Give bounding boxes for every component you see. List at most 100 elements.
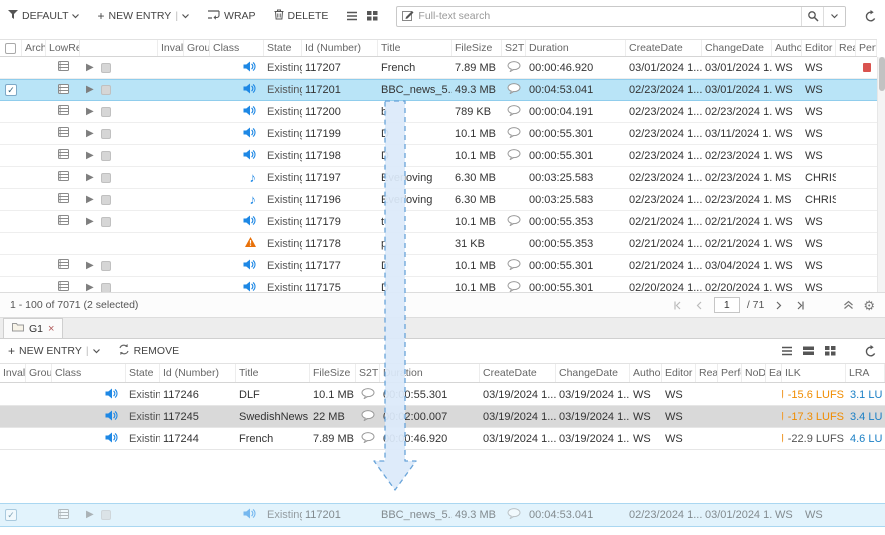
- col-class-header[interactable]: Class: [210, 40, 264, 56]
- col-read-header[interactable]: Read: [836, 40, 856, 56]
- col-createdate-header[interactable]: CreateDate: [480, 364, 556, 382]
- col-grou-header[interactable]: Grou: [26, 364, 52, 382]
- table-row[interactable]: ✓ ▶ ♪ Existing 117200 b 789 KB 00:00:04.…: [0, 101, 877, 123]
- col-editor-header[interactable]: Editor: [662, 364, 696, 382]
- table-row[interactable]: ✓ ▶ ♪ Existing 117207 French 7.89 MB 00:…: [0, 57, 877, 79]
- table-row[interactable]: ✓ ▶ ♪ Existing 117175 D 10.1 MB 00:00:55…: [0, 277, 877, 292]
- play-icon[interactable]: ▶: [86, 195, 94, 205]
- row-checkbox[interactable]: ✓: [5, 84, 17, 96]
- table-row[interactable]: Existing 117244 French 7.89 MB 00:00:46.…: [0, 428, 885, 450]
- col-duration-header[interactable]: Duration: [526, 40, 626, 56]
- col-perfe-header[interactable]: Perfe: [856, 40, 877, 56]
- vertical-scrollbar[interactable]: [877, 57, 885, 292]
- col-read-header[interactable]: Read: [696, 364, 718, 382]
- col-duration-header[interactable]: Duration: [380, 364, 480, 382]
- media-placeholder-button[interactable]: [101, 261, 111, 271]
- media-placeholder-button[interactable]: [101, 217, 111, 227]
- col-grou-header[interactable]: Grou: [184, 40, 210, 56]
- scrollbar-thumb[interactable]: [879, 57, 885, 91]
- table-row[interactable]: Existing 117246 DLF 10.1 MB 00:00:55.301…: [0, 384, 885, 406]
- play-icon[interactable]: ▶: [86, 85, 94, 95]
- col-ears-header[interactable]: Ears: [766, 364, 782, 382]
- col-title-header[interactable]: Title: [378, 40, 452, 56]
- media-placeholder-button[interactable]: [101, 195, 111, 205]
- media-placeholder-button[interactable]: [101, 107, 111, 117]
- col-editor-header[interactable]: Editor: [802, 40, 836, 56]
- play-icon[interactable]: ▶: [86, 173, 94, 183]
- list-view-icon[interactable]: [346, 11, 358, 21]
- media-placeholder-button[interactable]: [101, 85, 111, 95]
- table-row[interactable]: ✓ ▶ ♪ Existing 117201 BBC_news_5... 49.3…: [0, 79, 877, 101]
- search-icon[interactable]: [801, 6, 823, 27]
- play-icon[interactable]: ▶: [86, 217, 94, 227]
- table-row[interactable]: ✓ ▶ ♪ Existing 117198 D 10.1 MB 00:00:55…: [0, 145, 877, 167]
- prev-page-icon[interactable]: [692, 297, 707, 313]
- grid-view-icon[interactable]: [367, 11, 378, 21]
- col-id-header[interactable]: Id (Number): [302, 40, 378, 56]
- refresh-icon[interactable]: [864, 345, 877, 358]
- table-row[interactable]: ✓ ▶ ♪ Existing 117178 p 31 KB 00:00:55.3…: [0, 233, 877, 255]
- col-lowres-header[interactable]: LowRes: [46, 40, 80, 56]
- last-page-icon[interactable]: [793, 297, 808, 313]
- detail-view-icon[interactable]: [781, 346, 793, 356]
- search-options-chevron-icon[interactable]: [823, 6, 845, 27]
- table-row[interactable]: ✓ ▶ ♪ Existing 117196 Everloving 6.30 MB…: [0, 189, 877, 211]
- col-changedate-header[interactable]: ChangeDate: [556, 364, 630, 382]
- tab-g1[interactable]: G1 ×: [3, 318, 63, 338]
- col-id-header[interactable]: Id (Number): [160, 364, 236, 382]
- remove-button[interactable]: REMOVE: [118, 344, 180, 358]
- play-icon[interactable]: ▶: [86, 63, 94, 73]
- table-row[interactable]: ✓ ▶ ♪ Existing 117197 Everloving 6.30 MB…: [0, 167, 877, 189]
- col-perfe-header[interactable]: Perfe: [718, 364, 742, 382]
- col-state-header[interactable]: State: [126, 364, 160, 382]
- col-nodi-header[interactable]: NoDi: [742, 364, 766, 382]
- media-placeholder-button[interactable]: [101, 151, 111, 161]
- delete-button[interactable]: DELETE: [274, 9, 329, 23]
- search-input[interactable]: [418, 10, 801, 22]
- col-ilk-header[interactable]: ILK: [782, 364, 846, 382]
- wrap-button[interactable]: WRAP: [207, 9, 256, 23]
- col-filesize-header[interactable]: FileSize: [452, 40, 502, 56]
- table-row[interactable]: ✓ ▶ ♪ Existing 117177 D 10.1 MB 00:00:55…: [0, 255, 877, 277]
- gear-icon[interactable]: ⚙: [863, 299, 875, 312]
- table-row[interactable]: Existing 117245 SwedishNews 22 MB 00:02:…: [0, 406, 885, 428]
- new-entry-button[interactable]: + NEW ENTRY |: [97, 9, 189, 23]
- col-s2t-header[interactable]: S2T: [502, 40, 526, 56]
- col-lra-header[interactable]: LRA: [846, 364, 885, 382]
- play-icon[interactable]: ▶: [86, 151, 94, 161]
- col-inval-header[interactable]: Inval: [0, 364, 26, 382]
- col-author-header[interactable]: Author: [772, 40, 802, 56]
- media-placeholder-button[interactable]: [101, 173, 111, 183]
- media-placeholder-button[interactable]: [101, 129, 111, 139]
- col-class-header[interactable]: Class: [52, 364, 126, 382]
- play-icon[interactable]: ▶: [86, 261, 94, 271]
- media-placeholder-button[interactable]: [101, 283, 111, 293]
- col-filesize-header[interactable]: FileSize: [310, 364, 356, 382]
- col-media-buttons-header[interactable]: [80, 40, 158, 56]
- col-author-header[interactable]: Author: [630, 364, 662, 382]
- grid-view-icon[interactable]: [825, 346, 836, 356]
- col-state-header[interactable]: State: [264, 40, 302, 56]
- col-archi-header[interactable]: Archi: [22, 40, 46, 56]
- first-page-icon[interactable]: [670, 297, 685, 313]
- page-number-input[interactable]: [714, 297, 740, 313]
- collapse-panel-icon[interactable]: [841, 297, 856, 313]
- close-icon[interactable]: ×: [48, 323, 54, 335]
- col-title-header[interactable]: Title: [236, 364, 310, 382]
- play-icon[interactable]: ▶: [86, 283, 94, 293]
- play-icon[interactable]: ▶: [86, 107, 94, 117]
- rows-view-icon[interactable]: [803, 346, 815, 356]
- col-changedate-header[interactable]: ChangeDate: [702, 40, 772, 56]
- new-entry-button-bottom[interactable]: + NEW ENTRY |: [8, 344, 100, 358]
- next-page-icon[interactable]: [771, 297, 786, 313]
- play-icon[interactable]: ▶: [86, 129, 94, 139]
- refresh-icon[interactable]: [864, 10, 877, 23]
- media-placeholder-button[interactable]: [101, 63, 111, 73]
- table-row[interactable]: ✓ ▶ ♪ Existing 117199 D 10.1 MB 00:00:55…: [0, 123, 877, 145]
- col-createdate-header[interactable]: CreateDate: [626, 40, 702, 56]
- col-s2t-header[interactable]: S2T: [356, 364, 380, 382]
- select-all-checkbox[interactable]: [0, 40, 22, 56]
- col-inval-header[interactable]: Inval: [158, 40, 184, 56]
- filter-default-button[interactable]: DEFAULT: [8, 10, 79, 22]
- table-row[interactable]: ✓ ▶ ♪ Existing 117179 t 10.1 MB 00:00:55…: [0, 211, 877, 233]
